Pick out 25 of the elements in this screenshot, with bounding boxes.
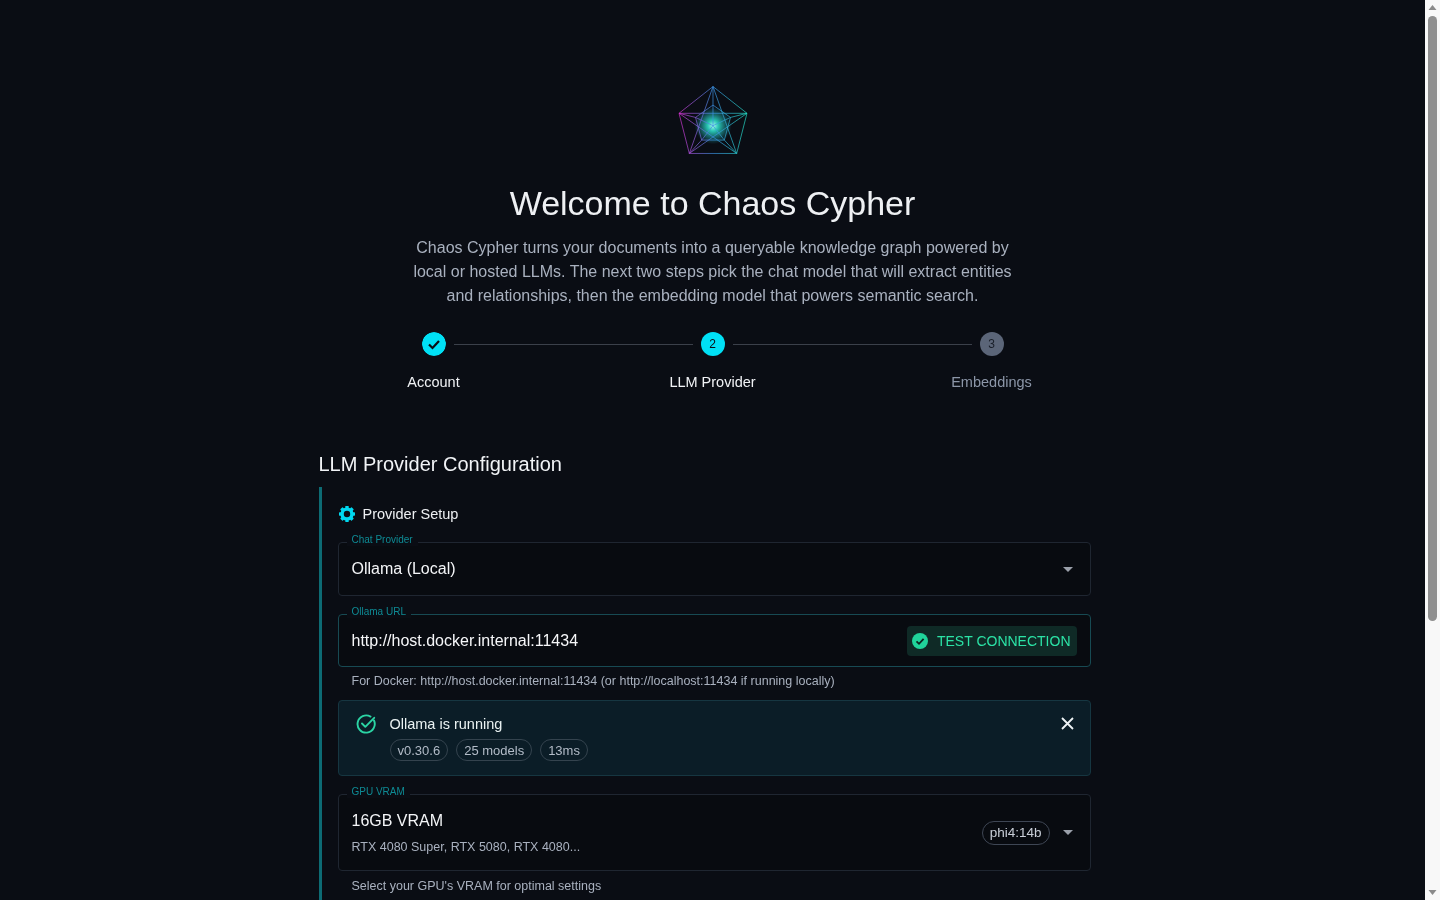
option-detail: RTX 4080 Super, RTX 5080, RTX 4080... xyxy=(351,838,581,855)
step-label: Account xyxy=(407,373,460,392)
step-number: 2 xyxy=(700,332,725,356)
scrollbar[interactable] xyxy=(1425,0,1440,900)
step-label: Embeddings xyxy=(951,373,1032,392)
helper-text: Select your GPU's VRAM for optimal settings xyxy=(350,878,602,894)
panel-title: Provider Setup xyxy=(362,505,459,523)
step-number: 3 xyxy=(979,332,1004,356)
section-title: LLM Provider Configuration xyxy=(318,452,562,476)
settings-icon xyxy=(338,506,355,522)
field-label: Chat Provider xyxy=(346,534,418,546)
test-connection-button[interactable]: TEST CONNECTION xyxy=(906,625,1077,656)
welcome-title: Welcome to Chaos Cypher xyxy=(509,183,916,223)
check-circle-icon xyxy=(355,714,376,734)
caret-icon xyxy=(1062,566,1073,572)
close-icon xyxy=(1060,717,1074,730)
check-circle-icon xyxy=(911,632,928,649)
alert-title: Ollama is running xyxy=(389,715,503,734)
intro-paragraph: Chaos Cypher turns your documents into a queryable knowledge graph powered by local or hosted LLMs. The next two steps pick the chat model that will extract entities and relationships, then the embedding model that powers semantic search. xyxy=(412,238,1013,306)
helper-text: For Docker: http://host.docker.internal:11434 (or http://localhost:11434 if running locally) xyxy=(350,673,835,689)
field-label: GPU VRAM xyxy=(346,786,410,798)
caret-icon xyxy=(1062,830,1073,835)
pentagon-logo xyxy=(677,85,748,155)
field-label: Ollama URL xyxy=(346,606,411,618)
step-label: LLM Provider xyxy=(669,373,756,392)
